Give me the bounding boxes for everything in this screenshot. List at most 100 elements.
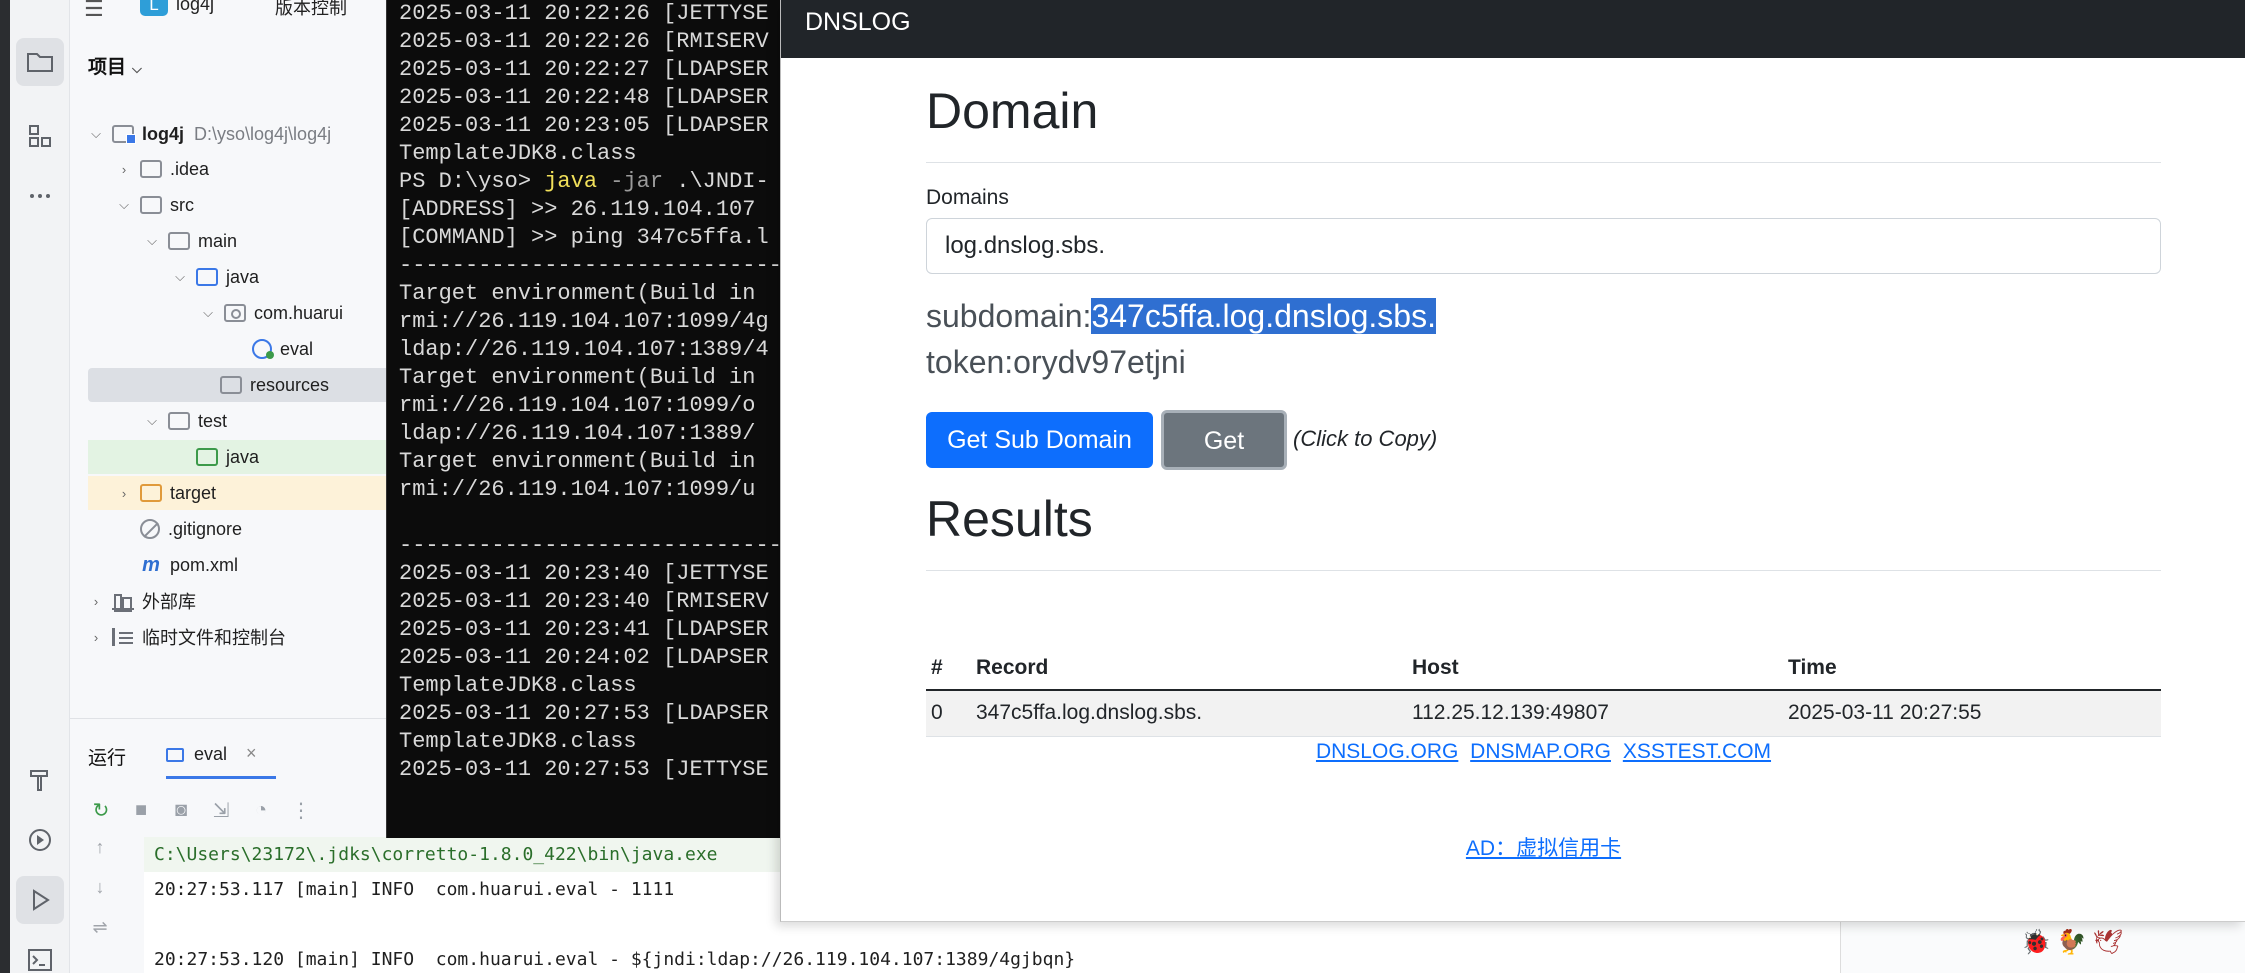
terminal-line: Target environment(Build in: [399, 281, 756, 306]
terminal-line: ------------------------------: [399, 253, 786, 278]
stop-icon[interactable]: ■: [128, 797, 154, 823]
terminal-line: PS D:\yso> java -jar .\JNDI-: [387, 168, 786, 196]
tree-item-eval[interactable]: eval: [88, 332, 390, 366]
tree-item-src[interactable]: ⌵ src: [88, 188, 390, 222]
rerun-icon[interactable]: ↻: [88, 797, 114, 823]
tree-item-test-java[interactable]: java: [88, 440, 390, 474]
terminal-output: 2025-03-11 20:22:26 [JETTYSE 2025-03-11 2…: [387, 0, 786, 784]
tree-item-idea[interactable]: › .idea: [88, 152, 390, 186]
terminal-line: ldap://26.119.104.107:1389/: [399, 421, 756, 446]
terminal-line: 2025-03-11 20:23:05 [LDAPSER: [399, 113, 769, 138]
table-cell: 112.25.12.139:49807: [1407, 690, 1783, 737]
run-panel-title: 运行: [88, 748, 127, 769]
domains-input[interactable]: log.dnslog.sbs.: [926, 218, 2161, 274]
results-heading: Results: [926, 491, 1093, 547]
tree-item-java[interactable]: ⌵ java: [88, 260, 390, 294]
chevron-down-icon[interactable]: ⌵: [144, 233, 160, 249]
tree-item-package[interactable]: ⌵ com.huarui: [88, 296, 390, 330]
chevron-down-icon: ⌵: [132, 61, 142, 76]
subdomain-line[interactable]: subdomain:347c5ffa.log.dnslog.sbs.: [926, 298, 1436, 335]
chevron-right-icon[interactable]: ›: [116, 162, 132, 177]
project-panel-title[interactable]: 项目 ⌵: [88, 52, 142, 79]
source-folder-icon: [196, 268, 218, 286]
table-cell: 0: [926, 690, 971, 737]
main-menu-icon[interactable]: ☰: [84, 0, 104, 22]
run-tool-button[interactable]: [16, 876, 64, 924]
structure-tool-button[interactable]: [16, 112, 64, 160]
chevron-right-icon[interactable]: ›: [88, 630, 104, 645]
ad-link-container: AD：虚拟信用卡: [926, 832, 2161, 862]
more-icon[interactable]: ⋮: [288, 797, 314, 823]
project-switcher[interactable]: log4j: [176, 0, 214, 15]
terminal-line: rmi://26.119.104.107:1099/u: [399, 477, 756, 502]
excluded-folder-icon: [140, 484, 162, 502]
services-tool-button[interactable]: [16, 816, 64, 864]
get-results-button[interactable]: Get Results: [1161, 410, 1287, 511]
more-tools-button[interactable]: [16, 172, 64, 220]
tree-item-label: resources: [250, 374, 330, 395]
structure-icon: [29, 125, 51, 147]
package-icon: [224, 304, 246, 322]
tray-emoji-icon: 🐞🐓🕊: [2021, 929, 2130, 956]
restore-layout-icon[interactable]: ⇲: [208, 797, 234, 823]
chevron-right-icon[interactable]: ›: [88, 594, 104, 609]
terminal-line: 2025-03-11 20:22:26 [RMISERV: [399, 29, 769, 54]
tree-item-main[interactable]: ⌵ main: [88, 224, 390, 258]
navbar-brand[interactable]: DNSLOG: [805, 8, 911, 37]
divider: [926, 162, 2161, 163]
table-cell: 2025-03-11 20:27:55: [1783, 690, 2161, 737]
tree-item-pom[interactable]: m pom.xml: [88, 548, 390, 582]
folder-icon: [168, 412, 190, 430]
terminal-window[interactable]: 2025-03-11 20:22:26 [JETTYSE 2025-03-11 2…: [386, 0, 786, 838]
footer-link-xsstest[interactable]: XSSTEST.COM: [1623, 740, 1771, 763]
folder-icon: [140, 196, 162, 214]
soft-wrap-icon[interactable]: ⇌: [70, 917, 130, 957]
folder-icon: [140, 160, 162, 178]
ad-link[interactable]: AD：虚拟信用卡: [1466, 837, 1621, 860]
get-sub-domain-button[interactable]: Get Sub Domain: [926, 412, 1153, 468]
tree-item-label: java: [226, 446, 260, 467]
tree-item-test[interactable]: ⌵ test: [88, 404, 390, 438]
tree-item-external-libs[interactable]: › 外部库: [88, 584, 390, 618]
token-line[interactable]: token:orydv97etjni: [926, 344, 1186, 381]
subdomain-value[interactable]: 347c5ffa.log.dnslog.sbs.: [1091, 298, 1436, 334]
footer-link-dnslog[interactable]: DNSLOG.ORG: [1316, 740, 1458, 763]
chevron-down-icon[interactable]: ⌵: [144, 413, 160, 429]
tree-item-log4j[interactable]: ⌵ log4j D:\yso\log4j\log4j: [88, 117, 390, 151]
chevron-down-icon[interactable]: ⌵: [200, 305, 216, 321]
profiler-icon[interactable]: ◔: [248, 797, 274, 823]
folder-icon: [27, 53, 53, 72]
maven-icon: m: [142, 554, 160, 576]
build-tool-button[interactable]: [16, 756, 64, 804]
project-tool-button[interactable]: [16, 38, 64, 86]
tree-item-label: test: [198, 410, 228, 431]
arrow-down-icon[interactable]: ↓: [70, 877, 130, 917]
tree-item-target[interactable]: › target: [88, 476, 390, 510]
tree-item-scratches[interactable]: › 临时文件和控制台: [88, 620, 390, 654]
terminal-tool-button[interactable]: [16, 936, 64, 973]
tree-item-resources[interactable]: resources: [88, 368, 390, 402]
chevron-right-icon[interactable]: ›: [116, 486, 132, 501]
terminal-line: TemplateJDK8.class: [399, 141, 637, 166]
run-tab-eval[interactable]: eval: [166, 733, 276, 779]
arrow-up-icon[interactable]: ↑: [70, 837, 130, 877]
chevron-down-icon[interactable]: ⌵: [116, 197, 132, 213]
tree-item-gitignore[interactable]: .gitignore: [88, 512, 390, 546]
vcs-menu[interactable]: 版本控制: [275, 0, 347, 20]
terminal-line: ldap://26.119.104.107:1389/4: [399, 337, 769, 362]
tree-item-label: java: [226, 266, 260, 287]
scratch-icon: [112, 628, 134, 646]
terminal-token: .\JNDI-: [663, 169, 769, 194]
subdomain-prefix: subdomain:: [926, 298, 1092, 334]
terminal-line: [COMMAND] >> ping 347c5ffa.l: [399, 225, 769, 250]
camera-icon[interactable]: ◙: [168, 797, 194, 823]
column-header: #: [926, 646, 971, 691]
chevron-down-icon[interactable]: ⌵: [172, 269, 188, 285]
window-edge: [0, 0, 10, 973]
close-icon[interactable]: ×: [246, 743, 257, 764]
footer-link-dnsmap[interactable]: DNSMAP.ORG: [1470, 740, 1611, 763]
terminal-line: [ADDRESS] >> 26.119.104.107: [399, 197, 756, 222]
chevron-down-icon[interactable]: ⌵: [88, 126, 104, 142]
tree-item-label: src: [170, 194, 194, 215]
